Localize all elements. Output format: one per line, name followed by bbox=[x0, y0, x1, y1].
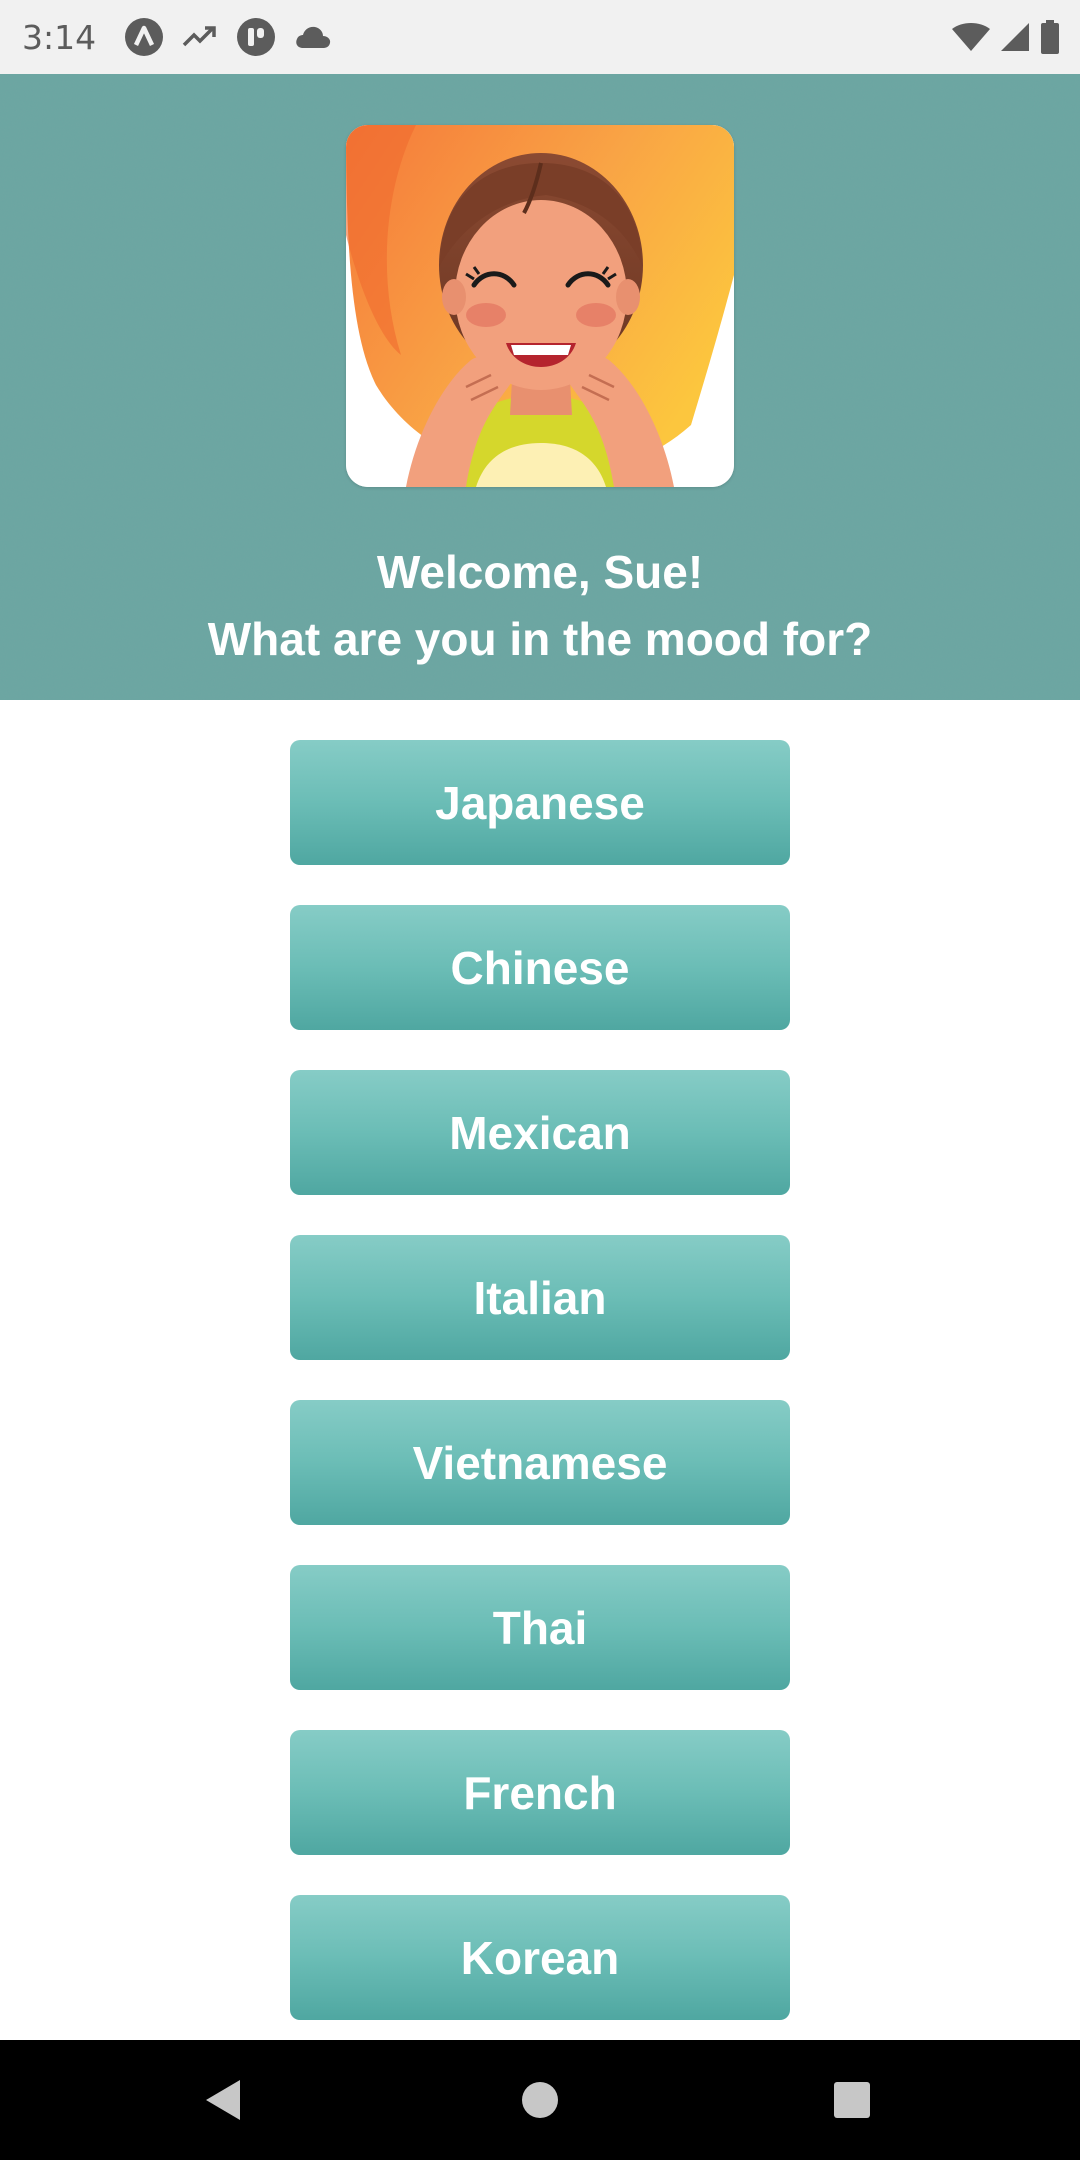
cuisine-button-mexican[interactable]: Mexican bbox=[290, 1070, 790, 1195]
recents-icon[interactable] bbox=[833, 2081, 871, 2124]
header-banner: Welcome, Sue! What are you in the mood f… bbox=[0, 74, 1080, 700]
trending-icon bbox=[182, 23, 218, 51]
cuisine-button-chinese[interactable]: Chinese bbox=[290, 905, 790, 1030]
status-icons-left bbox=[124, 17, 332, 57]
signal-icon bbox=[1000, 22, 1030, 52]
cuisine-button-thai[interactable]: Thai bbox=[290, 1565, 790, 1690]
cuisine-button-japanese[interactable]: Japanese bbox=[290, 740, 790, 865]
laughing-woman-illustration bbox=[346, 125, 734, 487]
home-icon[interactable] bbox=[520, 2080, 560, 2125]
cloud-icon bbox=[294, 24, 332, 50]
welcome-greeting: Welcome, Sue! bbox=[376, 546, 704, 598]
welcome-question: What are you in the mood for? bbox=[207, 613, 873, 665]
cuisine-button-vietnamese[interactable]: Vietnamese bbox=[290, 1400, 790, 1525]
avatar bbox=[346, 125, 734, 487]
cuisine-list: Japanese Chinese Mexican Italian Vietnam… bbox=[290, 740, 790, 2060]
cuisine-button-french[interactable]: French bbox=[290, 1730, 790, 1855]
navigation-bar bbox=[0, 2040, 1080, 2160]
wifi-icon bbox=[952, 22, 990, 52]
cuisine-button-italian[interactable]: Italian bbox=[290, 1235, 790, 1360]
status-time: 3:14 bbox=[22, 17, 97, 57]
back-icon[interactable] bbox=[200, 2078, 244, 2127]
status-bar: 3:14 bbox=[0, 0, 1080, 74]
app-notification-icon bbox=[124, 17, 164, 57]
app-icon bbox=[236, 17, 276, 57]
cuisine-button-korean[interactable]: Korean bbox=[290, 1895, 790, 2020]
battery-icon bbox=[1040, 20, 1060, 54]
status-icons-right bbox=[952, 0, 1060, 74]
welcome-message: Welcome, Sue! What are you in the mood f… bbox=[0, 539, 1080, 673]
